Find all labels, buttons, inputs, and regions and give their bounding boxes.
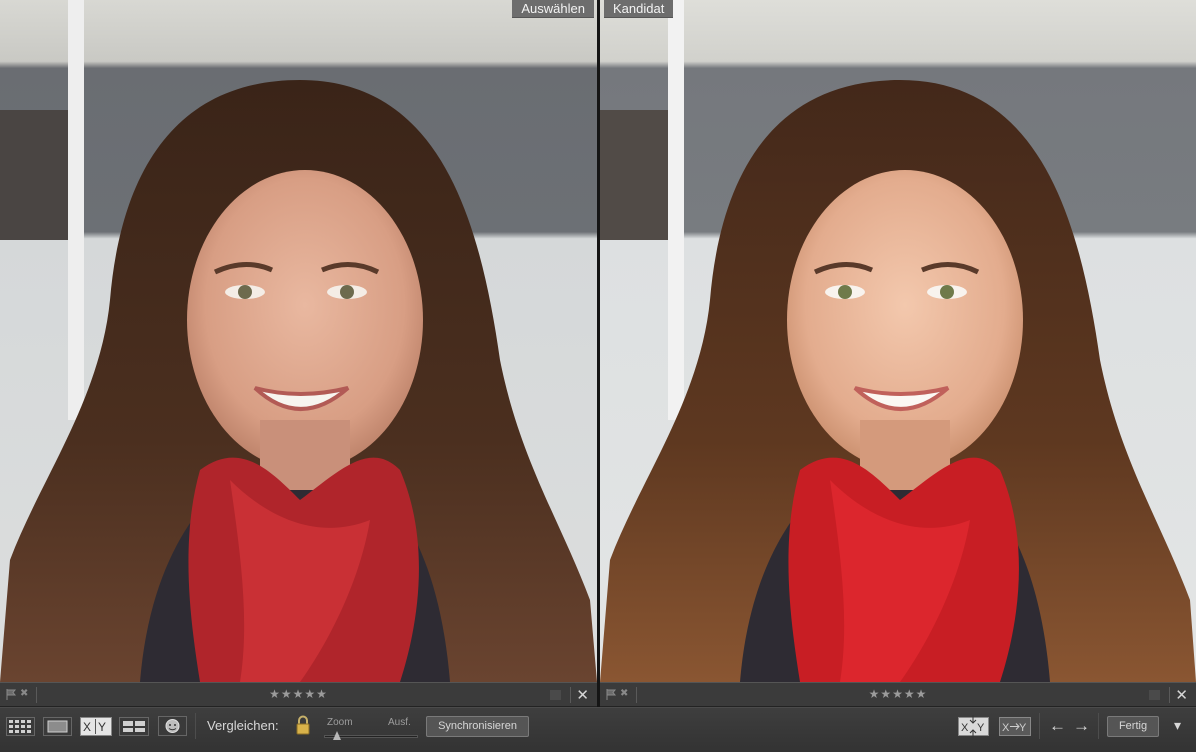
portrait-photo-select xyxy=(0,0,597,682)
loupe-view-icon[interactable] xyxy=(43,717,72,736)
select-photo-pane[interactable]: Auswählen xyxy=(0,0,597,682)
grid-view-icon[interactable] xyxy=(6,717,35,736)
candidate-label: Kandidat xyxy=(604,0,674,18)
svg-text:Y: Y xyxy=(977,722,985,734)
portrait-photo-candidate xyxy=(600,0,1196,682)
next-arrow-icon[interactable]: → xyxy=(1073,716,1090,736)
svg-text:Y: Y xyxy=(1019,722,1027,734)
select-label: Auswählen xyxy=(512,0,594,18)
svg-text:Y: Y xyxy=(98,720,106,734)
candidate-info-strip: ✖ ★★★★★ ✕ xyxy=(600,682,1196,707)
svg-text:X: X xyxy=(83,720,91,734)
strip-separator xyxy=(570,687,571,703)
toolbar-separator xyxy=(1098,713,1099,739)
svg-text:X: X xyxy=(961,722,969,734)
candidate-photo-pane[interactable]: Kandidat xyxy=(600,0,1196,682)
color-label-swatch[interactable] xyxy=(550,690,561,700)
strip-separator xyxy=(1169,687,1170,703)
make-select-icon[interactable]: X Y xyxy=(999,717,1031,736)
lock-icon[interactable] xyxy=(295,715,311,736)
people-view-icon[interactable] xyxy=(158,716,187,736)
star-rating[interactable]: ★★★★★ xyxy=(600,687,1196,701)
toolbar-separator xyxy=(1039,713,1040,739)
previous-arrow-icon[interactable]: ← xyxy=(1049,716,1066,736)
done-button[interactable]: Fertig xyxy=(1107,716,1159,737)
survey-view-icon[interactable] xyxy=(119,717,149,736)
zoom-label: Zoom xyxy=(327,717,353,728)
fit-label: Ausf. xyxy=(388,717,411,728)
toolbar-menu-icon[interactable]: ▾ xyxy=(1174,717,1181,734)
select-info-strip: ✖ ★★★★★ ✕ xyxy=(0,682,597,707)
color-label-swatch[interactable] xyxy=(1149,690,1160,700)
star-rating[interactable]: ★★★★★ xyxy=(0,687,597,701)
close-icon[interactable]: ✕ xyxy=(576,686,589,704)
swap-icon[interactable]: X Y xyxy=(958,715,989,738)
close-icon[interactable]: ✕ xyxy=(1175,686,1188,704)
svg-text:X: X xyxy=(1002,722,1010,734)
toolbar-separator xyxy=(195,713,196,739)
compare-view-icon[interactable]: X Y xyxy=(80,717,112,736)
synchronize-button[interactable]: Synchronisieren xyxy=(426,716,529,737)
compare-label: Vergleichen: xyxy=(207,718,279,733)
